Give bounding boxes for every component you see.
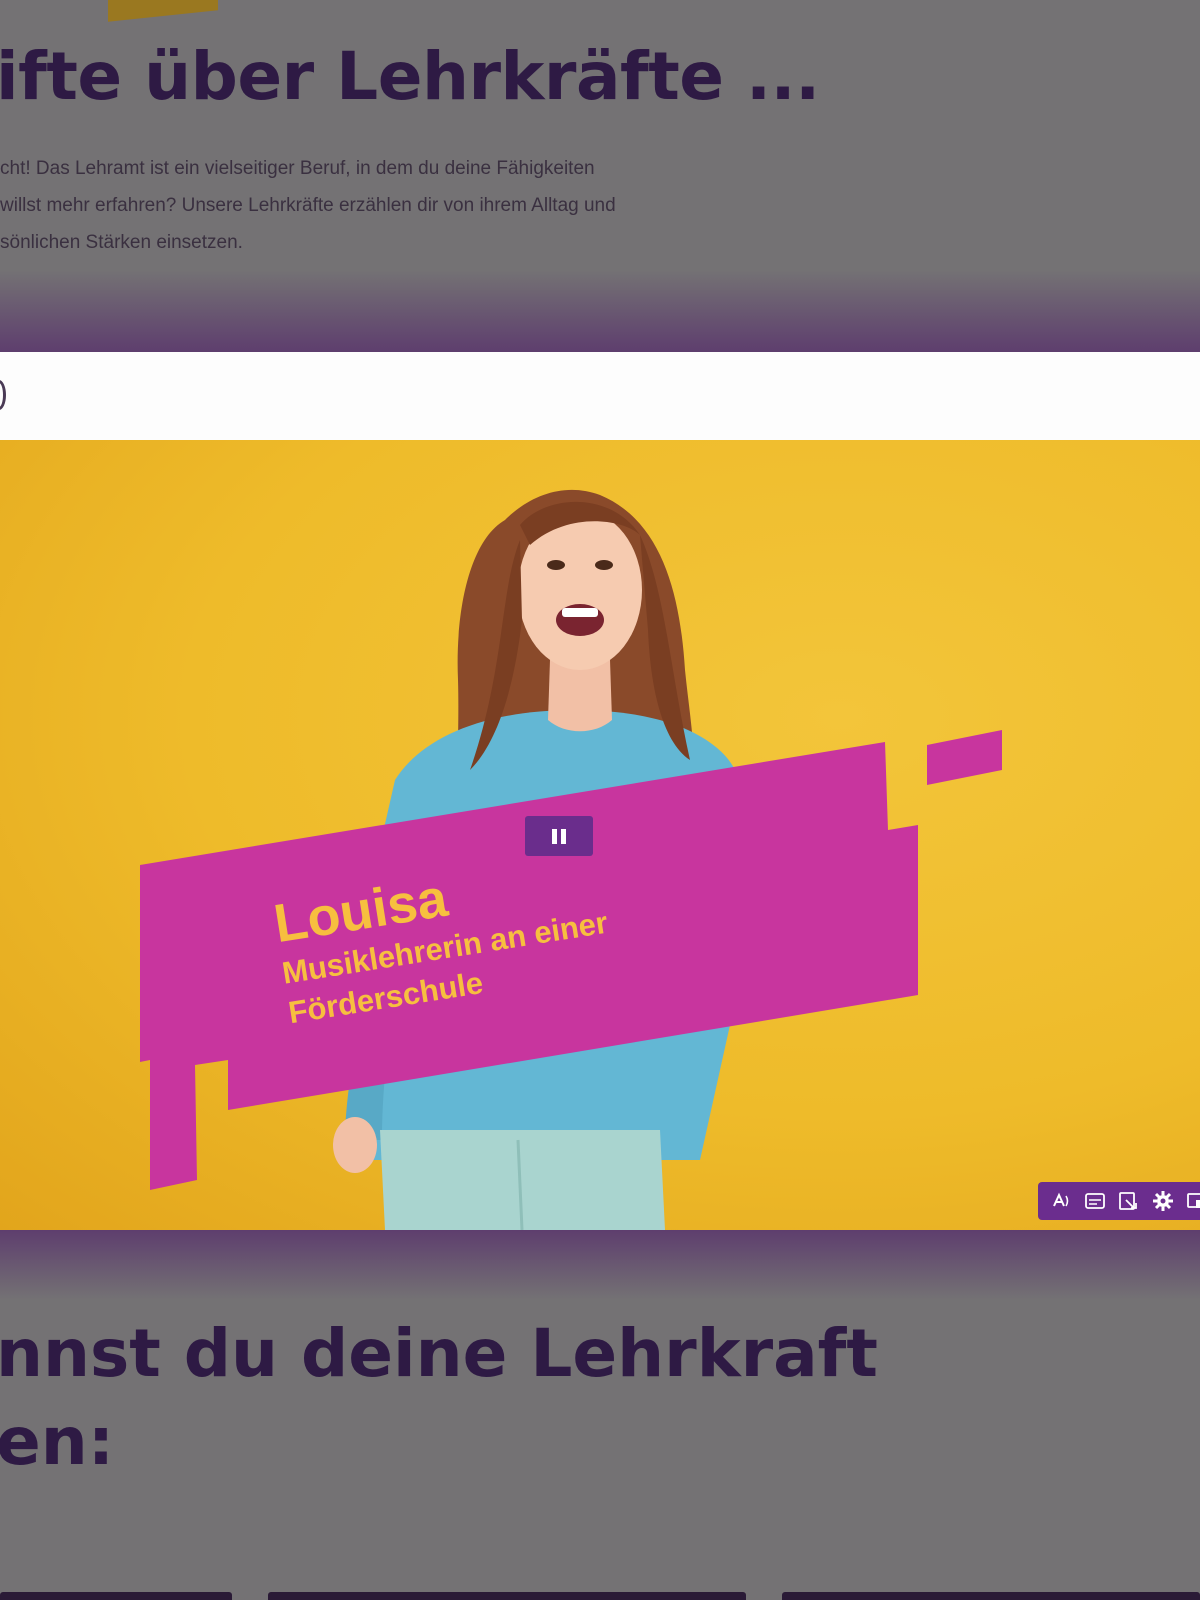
teacher-card[interactable]: [782, 1592, 1200, 1600]
overlay-gradient: [0, 270, 1200, 352]
audio-description-icon[interactable]: [1050, 1190, 1072, 1212]
name-banner: [140, 730, 1002, 1190]
pause-icon: [552, 829, 557, 844]
captions-icon[interactable]: [1084, 1190, 1106, 1212]
scroll-icon: [0, 380, 6, 410]
teacher-card[interactable]: [268, 1592, 746, 1600]
decorative-accent: [108, 0, 218, 22]
video-title-bar: [0, 352, 1200, 440]
section-heading: nnst du deine Lehrkraft en:: [0, 1315, 878, 1480]
video-control-bar: [1038, 1182, 1200, 1220]
section-heading: ifte über Lehrkräfte ...: [0, 38, 820, 115]
teacher-card[interactable]: [0, 1592, 232, 1600]
page: ifte über Lehrkräfte ... cht! Das Lehram…: [0, 0, 1200, 1600]
settings-icon[interactable]: [1152, 1190, 1174, 1212]
overlay-gradient: [0, 1230, 1200, 1300]
intro-text: cht! Das Lehramt ist ein vielseitiger Be…: [0, 158, 616, 253]
pause-button[interactable]: [525, 816, 593, 856]
fullscreen-icon[interactable]: [1186, 1190, 1200, 1212]
video-player[interactable]: Louisa Musiklehrerin an einer Förderschu…: [0, 440, 1200, 1230]
sign-language-icon[interactable]: [1118, 1190, 1140, 1212]
